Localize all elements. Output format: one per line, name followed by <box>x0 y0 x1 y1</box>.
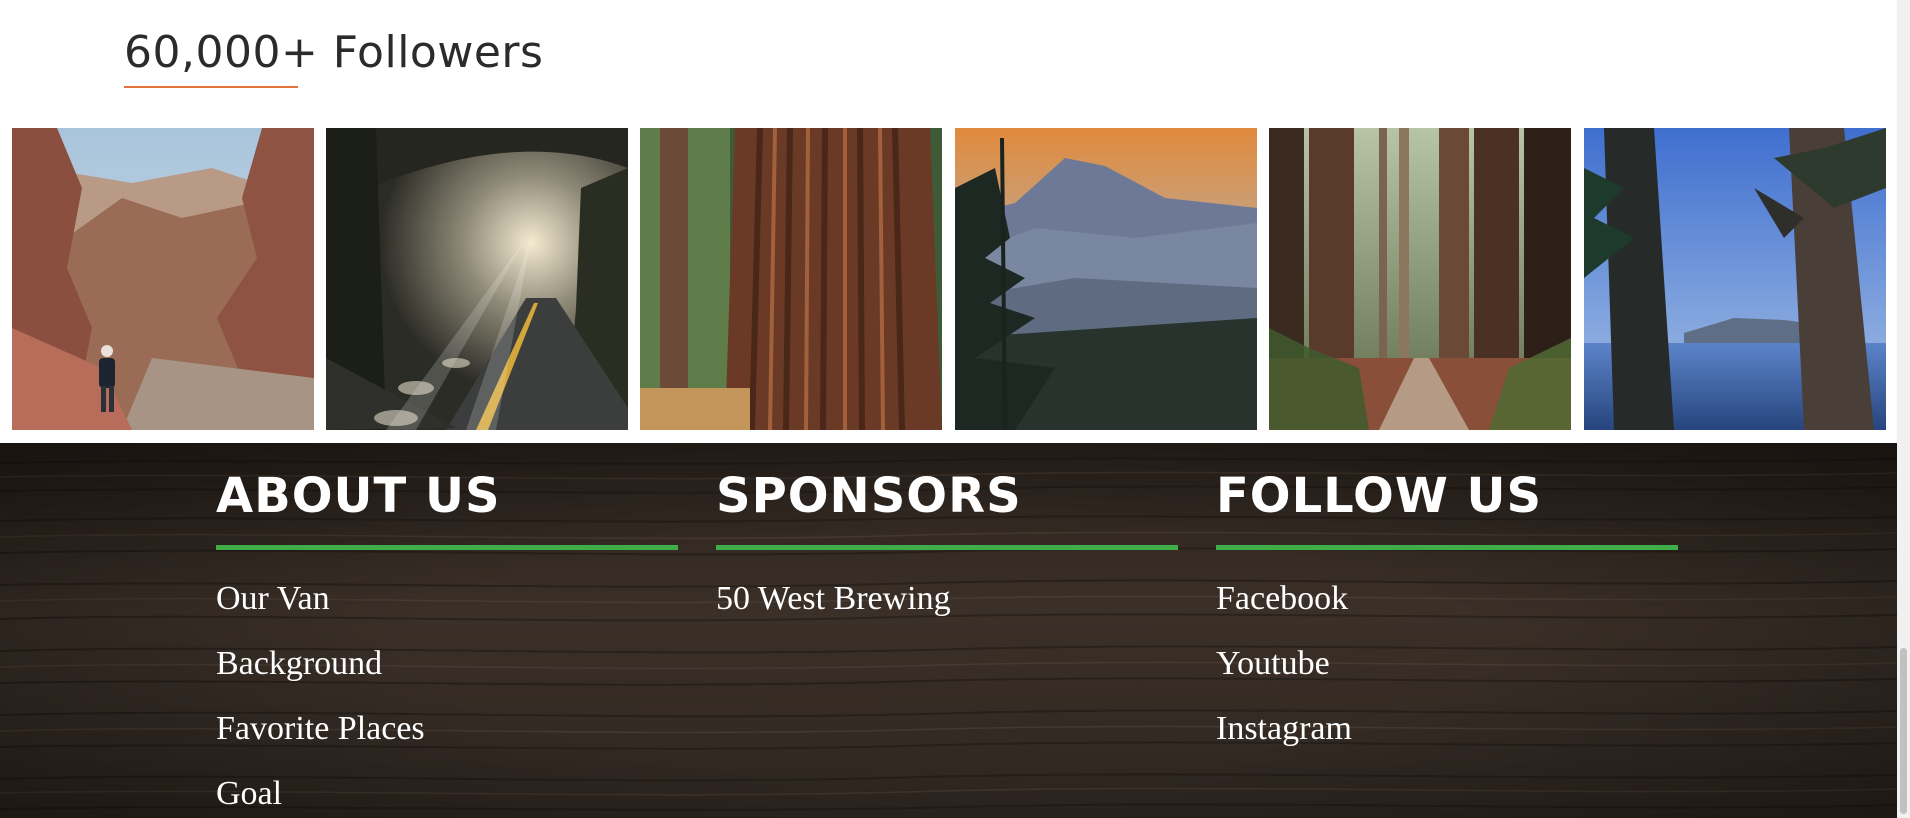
footer-links-about-us: Our Van Background Favorite Places Goal <box>216 566 678 818</box>
footer-column-sponsors: SPONSORS 50 West Brewing <box>716 465 1178 631</box>
footer-heading-rule <box>1216 545 1678 550</box>
footer-heading-sponsors: SPONSORS <box>716 468 1022 524</box>
footer-column-follow-us: FOLLOW US Facebook Youtube Instagram <box>1216 465 1678 761</box>
gallery-photo-canyon[interactable] <box>12 128 314 430</box>
footer-link-instagram[interactable]: Instagram <box>1216 696 1678 761</box>
scrollbar-thumb[interactable] <box>1900 648 1907 814</box>
footer-link-facebook[interactable]: Facebook <box>1216 566 1678 631</box>
followers-underline <box>124 86 298 88</box>
gallery-photo-tree-tunnel[interactable] <box>326 128 628 430</box>
footer-link-50-west-brewing[interactable]: 50 West Brewing <box>716 566 1178 631</box>
footer-link-goal[interactable]: Goal <box>216 761 678 818</box>
footer-heading-rule <box>716 545 1178 550</box>
footer-heading-rule <box>216 545 678 550</box>
vertical-scrollbar[interactable] <box>1897 0 1910 818</box>
gallery-photo-mountain-sunset[interactable] <box>955 128 1257 430</box>
footer-links-sponsors: 50 West Brewing <box>716 566 1178 631</box>
gallery-photo-crater-lake[interactable] <box>1584 128 1886 430</box>
site-footer: ABOUT US Our Van Background Favorite Pla… <box>0 443 1897 818</box>
page: 60,000+ Followers ABOUT US Our Van Backg… <box>0 0 1910 818</box>
footer-link-favorite-places[interactable]: Favorite Places <box>216 696 678 761</box>
footer-column-about-us: ABOUT US Our Van Background Favorite Pla… <box>216 465 678 818</box>
footer-heading-follow-us: FOLLOW US <box>1216 468 1543 524</box>
gallery-photo-redwood-path[interactable] <box>1269 128 1571 430</box>
gallery-photo-redwood-trunk[interactable] <box>640 128 942 430</box>
footer-heading-about-us: ABOUT US <box>216 468 501 524</box>
footer-link-background[interactable]: Background <box>216 631 678 696</box>
followers-title: 60,000+ Followers <box>124 27 544 78</box>
followers-section: 60,000+ Followers <box>124 24 544 88</box>
footer-link-youtube[interactable]: Youtube <box>1216 631 1678 696</box>
footer-links-follow-us: Facebook Youtube Instagram <box>1216 566 1678 761</box>
footer-link-our-van[interactable]: Our Van <box>216 566 678 631</box>
